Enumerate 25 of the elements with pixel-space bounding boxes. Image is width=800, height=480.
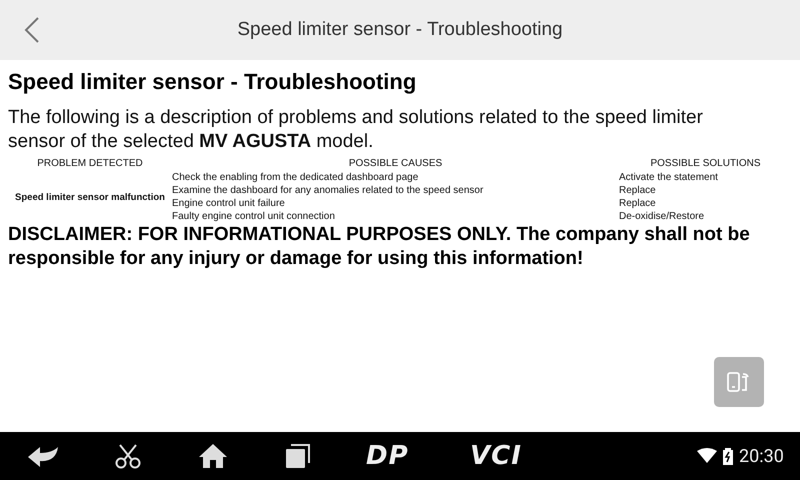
clock-time: 20:30 — [739, 446, 784, 466]
table-cell-text: Examine the dashboard for any anomalies related to the speed sensor — [172, 184, 484, 197]
disclaimer-text: DISCLAIMER: FOR INFORMATIONAL PURPOSES ONLY. The company shall not be responsible for any injury or damage for using this information! — [8, 223, 751, 271]
description-text: The following is a description of problems and solutions related to the speed limiter sensor of the selected MV AGUSTA model. — [8, 106, 704, 154]
table-cell-text: Engine control unit failure — [172, 197, 286, 210]
wifi-icon — [697, 448, 717, 464]
column-header: POSSIBLE CAUSES — [348, 157, 444, 171]
table-cell-text: De-oxidise/Restore — [619, 210, 706, 223]
table-cell-text: Replace — [619, 184, 657, 197]
table-cell-text: Replace — [619, 197, 657, 210]
home-icon[interactable] — [198, 443, 228, 469]
app-logo[interactable]: DP — [366, 441, 409, 471]
back-arrow-icon[interactable] — [26, 444, 60, 468]
app-logo[interactable]: VCI — [470, 441, 522, 471]
table-cell-text: Activate the statement — [619, 171, 719, 184]
column-header: PROBLEM DETECTED — [36, 157, 144, 171]
page-heading: Speed limiter sensor - Troubleshooting — [8, 68, 418, 96]
recent-apps-icon[interactable] — [285, 443, 311, 469]
column-header: POSSIBLE SOLUTIONS — [649, 157, 762, 171]
table-cell: Check the enabling from the dedicated dashboard page — [172, 171, 619, 184]
battery-icon — [722, 447, 734, 465]
scissors-icon[interactable] — [114, 443, 142, 469]
window-title: Speed limiter sensor - Troubleshooting — [236, 19, 564, 41]
table-cell-text: Speed limiter sensor malfunction — [14, 190, 166, 204]
table-cell-text: Faulty engine control unit connection — [172, 210, 336, 223]
